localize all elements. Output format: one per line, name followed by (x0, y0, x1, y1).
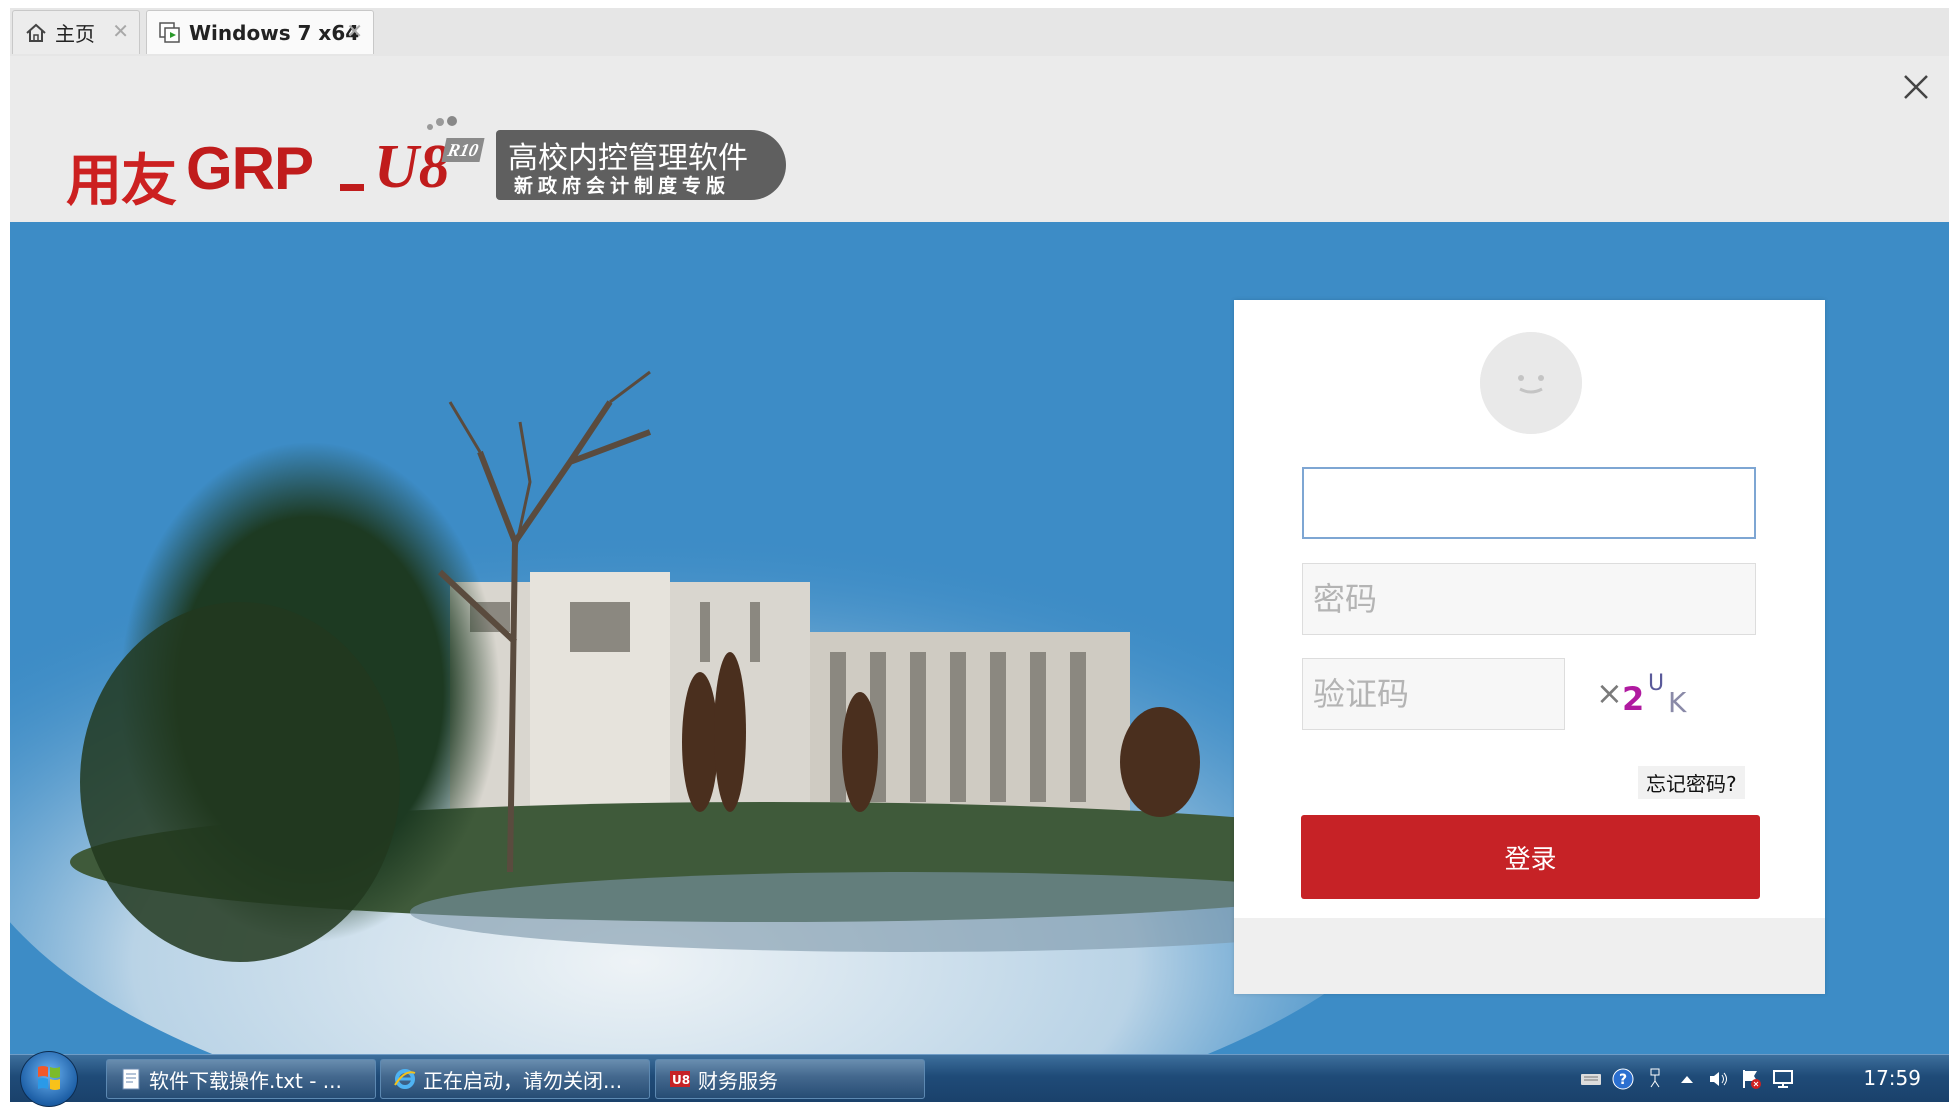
login-button[interactable]: 登录 (1301, 815, 1760, 899)
help-icon[interactable]: ? (1611, 1067, 1635, 1091)
u8-icon: U8 (670, 1071, 690, 1087)
logo-dash (340, 184, 364, 191)
taskbar-item-label: 财务服务 (698, 1068, 778, 1093)
ie-icon (394, 1069, 416, 1089)
logo-dots-icon (427, 116, 457, 130)
display-icon[interactable] (1771, 1067, 1795, 1091)
action-center-flag-icon[interactable] (1739, 1067, 1763, 1091)
close-icon[interactable] (1899, 70, 1933, 104)
username-field[interactable] (1302, 467, 1756, 539)
svg-text:?: ? (1619, 1072, 1627, 1088)
tab-windows-7-label: Windows 7 x64 (189, 20, 360, 45)
forgot-password-link[interactable]: 忘记密码? (1638, 766, 1745, 799)
home-icon (23, 20, 49, 46)
logo-product: GRP (186, 135, 314, 202)
svg-text:×: × (1596, 674, 1623, 712)
taskbar-item-label: 正在启动，请勿关闭... (423, 1068, 623, 1093)
svg-text:U8: U8 (672, 1073, 690, 1087)
network-icon[interactable] (1643, 1067, 1667, 1091)
avatar-icon (1480, 332, 1582, 434)
vm-tab-strip: 主页 ✕ Windows 7 x64 ✕ (0, 0, 1949, 57)
taskbar-item-notepad[interactable]: 软件下载操作.txt - ... (106, 1059, 376, 1099)
login-background: × 2 U K 忘记密码? 登录 (10, 222, 1949, 1058)
tab-windows-7[interactable]: Windows 7 x64 ✕ (146, 10, 374, 54)
svg-text:U: U (1648, 671, 1664, 696)
notepad-icon (122, 1068, 140, 1090)
tray-expand-icon[interactable] (1675, 1067, 1699, 1091)
logo-brand: 用友 (66, 149, 177, 212)
tab-home-close-icon[interactable]: ✕ (112, 19, 129, 43)
svg-text:K: K (1668, 686, 1687, 719)
logo-mark: U8 (374, 133, 450, 201)
vm-icon (157, 20, 183, 46)
svg-text:2: 2 (1622, 680, 1644, 718)
taskbar-item-label: 软件下载操作.txt - ... (149, 1068, 342, 1093)
tab-home[interactable]: 主页 ✕ (12, 10, 140, 54)
tab-windows-7-close-icon[interactable]: ✕ (346, 19, 363, 43)
tab-home-label: 主页 (55, 22, 95, 46)
system-tray: ? 17:59 (1569, 1055, 1949, 1102)
windows-taskbar: 软件下载操作.txt - ... 正在启动，请勿关闭... U8 财务服务 ? … (10, 1051, 1949, 1107)
captcha-field[interactable] (1302, 658, 1565, 730)
app-header: 用友 GRP U8 R10 高校内控管理软件 新政府会计制度专版 (10, 56, 1949, 222)
clock[interactable]: 17:59 (1863, 1066, 1921, 1090)
captcha-image[interactable]: × 2 U K (1596, 662, 1706, 726)
logo-version: R10 (441, 138, 485, 162)
login-card: × 2 U K 忘记密码? 登录 (1234, 300, 1825, 994)
taskbar-item-finance-service[interactable]: U8 财务服务 (655, 1059, 925, 1099)
start-button[interactable] (20, 1051, 78, 1107)
taskbar-item-browser[interactable]: 正在启动，请勿关闭... (380, 1059, 650, 1099)
keyboard-icon[interactable] (1579, 1067, 1603, 1091)
windows-logo-icon (38, 1066, 60, 1090)
password-field[interactable] (1302, 563, 1756, 635)
volume-icon[interactable] (1707, 1067, 1731, 1091)
product-slogan: 高校内控管理软件 新政府会计制度专版 (496, 130, 786, 200)
login-card-footer (1234, 918, 1825, 994)
slogan-line-2: 新政府会计制度专版 (514, 175, 731, 197)
